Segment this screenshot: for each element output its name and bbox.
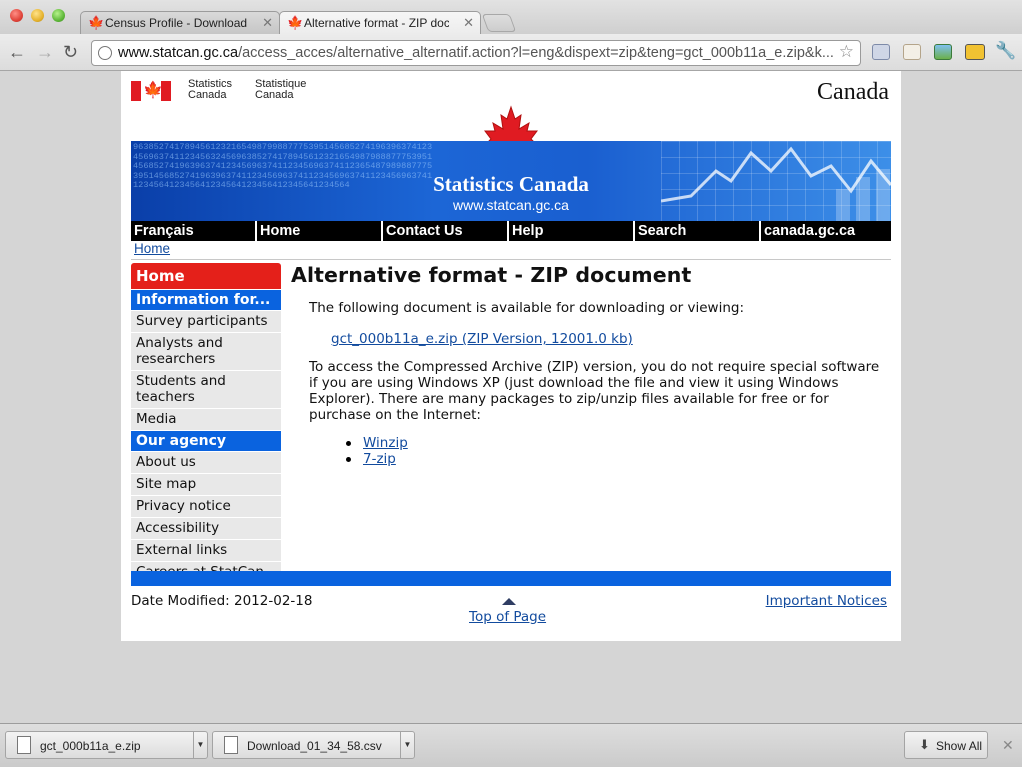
statcan-banner: 9638527417894561232165498799887775395145… — [131, 141, 891, 221]
canada-wordmark: Canada — [817, 79, 889, 105]
back-arrow-icon[interactable]: ← — [8, 42, 26, 62]
tab-strip: 🍁 Census Profile - Download fi ✕ 🍁 Alter… — [0, 0, 1022, 35]
banner-title: Statistics Canada — [433, 172, 589, 196]
leftnav-item-media[interactable]: Media — [131, 409, 281, 430]
window-close-button[interactable] — [10, 9, 23, 22]
signature-english: Statistics Canada — [188, 78, 233, 101]
forward-arrow-icon[interactable]: → — [36, 42, 54, 62]
download-shelf: gct_000b11a_e.zip ▼ Download_01_34_58.cs… — [0, 723, 1022, 767]
photo-extension-icon[interactable] — [934, 44, 952, 60]
file-icon — [224, 736, 238, 754]
wrench-menu-icon[interactable]: 🔧 — [995, 41, 1016, 61]
leftnav-item-privacy-notice[interactable]: Privacy notice — [131, 496, 281, 517]
show-all-button[interactable]: ⬇ Show All — [904, 731, 988, 759]
nav-search[interactable]: Search — [635, 221, 761, 241]
breadcrumb-divider — [131, 259, 891, 260]
list-item: Winzip — [343, 435, 891, 451]
leftnav-item-analysts-researchers[interactable]: Analysts and researchers — [131, 333, 281, 370]
extension-icon[interactable] — [872, 44, 890, 60]
date-modified: Date Modified: 2012-02-18 — [131, 593, 313, 609]
download-item[interactable]: Download_01_34_58.csv ▼ — [212, 731, 415, 759]
main-nav: Français Home Contact Us Help Search can… — [131, 221, 891, 241]
nav-contact-us[interactable]: Contact Us — [383, 221, 509, 241]
main-content: Alternative format - ZIP document The fo… — [291, 261, 891, 467]
left-navigation: Home Information for... Survey participa… — [131, 263, 281, 583]
download-item[interactable]: gct_000b11a_e.zip ▼ — [5, 731, 208, 759]
breadcrumb-home[interactable]: Home — [134, 241, 170, 256]
window-minimize-button[interactable] — [31, 9, 44, 22]
download-menu-arrow-icon[interactable]: ▼ — [400, 732, 414, 758]
leftnav-section-our-agency[interactable]: Our agency — [131, 431, 281, 451]
web-page: 🍁 Statistics Canada Statistique Canada Can… — [121, 71, 901, 641]
tab-census-profile[interactable]: 🍁 Census Profile - Download fi ✕ — [80, 11, 280, 34]
reload-icon[interactable]: ↻ — [63, 42, 78, 62]
list-item: 7-zip — [343, 451, 891, 467]
device-sync-extension-icon[interactable] — [965, 44, 985, 60]
up-arrow-icon[interactable] — [502, 598, 516, 605]
tab-title: Alternative format - ZIP docu — [304, 16, 449, 30]
leftnav-item-about-us[interactable]: About us — [131, 452, 281, 473]
show-all-label: Show All — [936, 739, 983, 753]
address-bar[interactable]: www.statcan.gc.ca/access_acces/alternati… — [91, 40, 861, 66]
close-shelf-icon[interactable]: ✕ — [1002, 737, 1014, 754]
browser-toolbar: ← → ↻ www.statcan.gc.ca/access_acces/alt… — [0, 34, 1022, 71]
nav-help[interactable]: Help — [509, 221, 635, 241]
calendar-extension-icon[interactable] — [903, 44, 921, 60]
nav-home[interactable]: Home — [257, 221, 383, 241]
nav-canada-gc-ca[interactable]: canada.gc.ca — [761, 221, 891, 241]
footer-bar — [131, 571, 891, 586]
tab-title: Census Profile - Download fi — [105, 16, 250, 30]
canada-flag-icon: 🍁 — [131, 81, 171, 101]
zip-download-link[interactable]: gct_000b11a_e.zip (ZIP Version, 12001.0 … — [331, 331, 633, 347]
download-filename: Download_01_34_58.csv — [247, 739, 382, 753]
url-path: /access_acces/alternative_alternatif.act… — [238, 45, 834, 61]
file-icon — [17, 736, 31, 754]
leftnav-home[interactable]: Home — [131, 263, 281, 289]
tab-alternative-format[interactable]: 🍁 Alternative format - ZIP docu ✕ — [279, 11, 481, 35]
maple-leaf-icon: 🍁 — [287, 15, 304, 30]
leftnav-item-survey-participants[interactable]: Survey participants — [131, 311, 281, 332]
url-host: www.statcan.gc.ca — [118, 45, 239, 61]
bookmark-star-icon[interactable]: ☆ — [839, 42, 854, 62]
globe-icon — [98, 46, 112, 60]
nav-francais[interactable]: Français — [131, 221, 257, 241]
leftnav-item-accessibility[interactable]: Accessibility — [131, 518, 281, 539]
banner-url: www.statcan.gc.ca — [453, 197, 569, 213]
7zip-link[interactable]: 7-zip — [363, 451, 396, 467]
new-tab-button[interactable] — [481, 14, 517, 32]
tab-close-icon[interactable]: ✕ — [262, 15, 273, 31]
winzip-link[interactable]: Winzip — [363, 435, 408, 451]
top-of-page-link[interactable]: Top of Page — [469, 609, 546, 625]
leftnav-section-information-for[interactable]: Information for... — [131, 290, 281, 310]
window-zoom-button[interactable] — [52, 9, 65, 22]
package-list: Winzip 7-zip — [343, 435, 891, 467]
signature-french: Statistique Canada — [255, 78, 307, 101]
body-text: To access the Compressed Archive (ZIP) v… — [309, 359, 880, 423]
leftnav-item-external-links[interactable]: External links — [131, 540, 281, 561]
download-menu-arrow-icon[interactable]: ▼ — [193, 732, 207, 758]
download-arrow-icon: ⬇ — [919, 737, 930, 752]
leftnav-item-site-map[interactable]: Site map — [131, 474, 281, 495]
tab-close-icon[interactable]: ✕ — [463, 15, 474, 31]
leftnav-item-students-teachers[interactable]: Students and teachers — [131, 371, 281, 408]
intro-text: The following document is available for … — [309, 300, 744, 316]
important-notices-link[interactable]: Important Notices — [766, 593, 887, 609]
maple-leaf-icon: 🍁 — [88, 15, 105, 30]
download-filename: gct_000b11a_e.zip — [40, 739, 141, 753]
page-title: Alternative format - ZIP document — [291, 263, 692, 287]
